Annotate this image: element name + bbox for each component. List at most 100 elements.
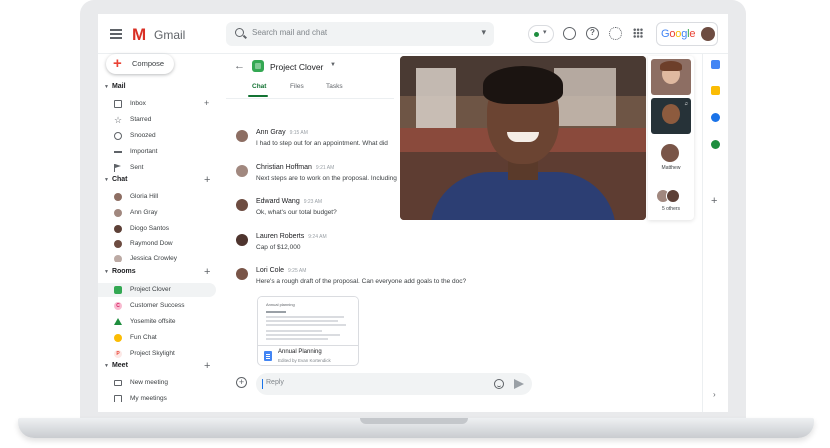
section-mail[interactable]: ▼ Mail — [104, 83, 126, 90]
doc-line — [266, 324, 346, 326]
avatar — [114, 209, 122, 217]
new-meet-button[interactable]: + — [204, 361, 210, 372]
compose-label: Compose — [132, 59, 165, 68]
message-text: Ok, what's our total budget? — [256, 209, 337, 216]
search-options-icon[interactable]: ▾ — [481, 27, 486, 38]
message-text: Cap of $12,000 — [256, 244, 301, 251]
reply-composer[interactable]: Reply — [256, 373, 532, 395]
sidebar-item-yosemite-offsite[interactable]: Yosemite offsite — [98, 315, 216, 329]
sidebar-item-customer-success[interactable]: C Customer Success — [98, 299, 216, 313]
sidebar-item-label: Snoozed — [130, 132, 156, 139]
section-chat[interactable]: ▼ Chat — [104, 176, 128, 183]
sidebar-item-fun-chat[interactable]: Fun Chat — [98, 331, 216, 345]
reply-input[interactable]: Reply — [262, 379, 284, 389]
avatar[interactable] — [236, 268, 248, 280]
participant-tile[interactable] — [651, 59, 691, 95]
sidebar-item-starred[interactable]: ☆ Starred — [98, 113, 216, 127]
message: Ann Gray 9:15 AM I had to step out for an… — [236, 128, 416, 158]
apps-grid-icon[interactable] — [633, 28, 643, 38]
message-sender: Lauren Roberts 9:24 AM — [256, 233, 327, 240]
sidebar-item-label: Diogo Santos — [130, 225, 170, 232]
plus-icon: + — [113, 55, 122, 72]
avatar[interactable] — [236, 234, 248, 246]
section-rooms[interactable]: ▼ Rooms — [104, 268, 136, 275]
sidebar-item-inbox[interactable]: Inbox + — [98, 97, 216, 111]
tab-files[interactable]: Files — [290, 83, 304, 90]
room-title[interactable]: Project Clover — [270, 62, 323, 72]
plus-icon[interactable]: + — [204, 99, 209, 108]
keep-icon[interactable] — [711, 86, 720, 95]
add-attachment-icon[interactable]: + — [236, 377, 247, 388]
account-box[interactable]: Google — [656, 22, 718, 46]
doc-preview-title: Annual planning — [266, 302, 295, 307]
sidebar-item-label: Project Skylight — [130, 350, 175, 357]
sidebar-item-label: Gloria Hill — [130, 193, 159, 200]
participant-face — [662, 104, 680, 124]
new-room-button[interactable]: + — [204, 267, 210, 278]
search-bar[interactable]: Search mail and chat ▾ — [226, 22, 494, 46]
calendar-icon — [114, 395, 122, 402]
top-bar: M Gmail Search mail and chat ▾ ▾ ? Googl… — [98, 14, 728, 54]
sidebar-item-jessica-crowley[interactable]: Jessica Crowley — [98, 252, 216, 262]
doc-name: Annual Planning — [278, 349, 322, 355]
gmail-logo[interactable]: M — [132, 25, 146, 45]
section-meet[interactable]: ▼ Meet — [104, 362, 128, 369]
search-input[interactable]: Search mail and chat — [252, 28, 327, 37]
menu-icon[interactable] — [110, 29, 122, 39]
caret-icon: ▼ — [104, 269, 109, 275]
sidebar-item-label: Project Clover — [130, 286, 171, 293]
account-avatar[interactable] — [701, 27, 715, 41]
sidebar-item-new-meeting[interactable]: New meeting — [98, 376, 216, 390]
message-sender: Edward Wang 9:23 AM — [256, 198, 323, 205]
message-text: Here's a rough draft of the proposal. Ca… — [256, 278, 467, 285]
search-icon[interactable] — [235, 28, 244, 37]
sidebar-item-important[interactable]: Important — [98, 145, 216, 159]
tasks-icon[interactable] — [711, 113, 720, 122]
message: Edward Wang 9:23 AM Ok, what's our total … — [236, 197, 416, 227]
new-chat-button[interactable]: + — [204, 175, 210, 186]
tab-tasks[interactable]: Tasks — [326, 83, 343, 90]
sidebar-item-diogo-santos[interactable]: Diogo Santos — [98, 222, 216, 236]
gear-icon[interactable] — [609, 27, 622, 40]
avatar[interactable] — [236, 130, 248, 142]
doc-line — [266, 334, 340, 336]
tab-chat[interactable]: Chat — [252, 83, 266, 90]
calendar-icon[interactable] — [711, 60, 720, 69]
status-selector[interactable]: ▾ — [528, 25, 554, 43]
doc-footer: Annual Planning Edited by Evan Kortendic… — [258, 345, 358, 365]
compose-button[interactable]: + Compose — [106, 54, 174, 74]
avatar[interactable] — [236, 165, 248, 177]
avatar[interactable] — [236, 199, 248, 211]
sidebar-item-project-clover[interactable]: Project Clover — [98, 283, 216, 297]
sidebar-item-ann-gray[interactable]: Ann Gray — [98, 206, 216, 220]
docs-icon — [264, 351, 272, 361]
send-icon[interactable] — [514, 379, 524, 389]
participant-tile[interactable]: ♫ — [651, 98, 691, 134]
chevron-right-icon[interactable]: › — [713, 390, 716, 399]
help-icon[interactable]: ? — [586, 27, 599, 40]
laptop-notch — [360, 418, 468, 424]
participant-name: Matthew — [661, 165, 681, 171]
label-icon — [114, 151, 122, 153]
sidebar-item-project-skylight[interactable]: P Project Skylight — [98, 347, 216, 361]
sidebar-item-sent[interactable]: Sent — [98, 161, 216, 175]
chevron-down-icon[interactable]: ▼ — [330, 62, 336, 68]
sidebar-item-snoozed[interactable]: Snoozed — [98, 129, 216, 143]
others-count[interactable]: 5 others — [648, 206, 694, 212]
message-text: Next steps are to work on the proposal. … — [256, 175, 397, 182]
doc-attachment-card[interactable]: Annual planning Annual Planning Edited b… — [257, 296, 359, 366]
message-sender: Christian Hoffman 9:21 AM — [256, 164, 335, 171]
tab-indicator — [248, 95, 268, 97]
sidebar-item-gloria-hill[interactable]: Gloria Hill — [98, 190, 216, 204]
contacts-icon[interactable] — [711, 140, 720, 149]
back-arrow-icon[interactable]: ← — [234, 60, 245, 72]
emoji-icon[interactable] — [494, 379, 504, 389]
sidebar-item-raymond-dow[interactable]: Raymond Dow — [98, 237, 216, 251]
room-icon: C — [114, 302, 122, 310]
add-addon-icon[interactable]: + — [711, 195, 717, 207]
video-call-main[interactable] — [400, 56, 646, 220]
avatar — [114, 255, 122, 262]
sidebar-item-my-meetings[interactable]: My meetings — [98, 392, 216, 402]
support-icon[interactable] — [563, 27, 576, 40]
participant-avatar[interactable] — [661, 144, 679, 162]
